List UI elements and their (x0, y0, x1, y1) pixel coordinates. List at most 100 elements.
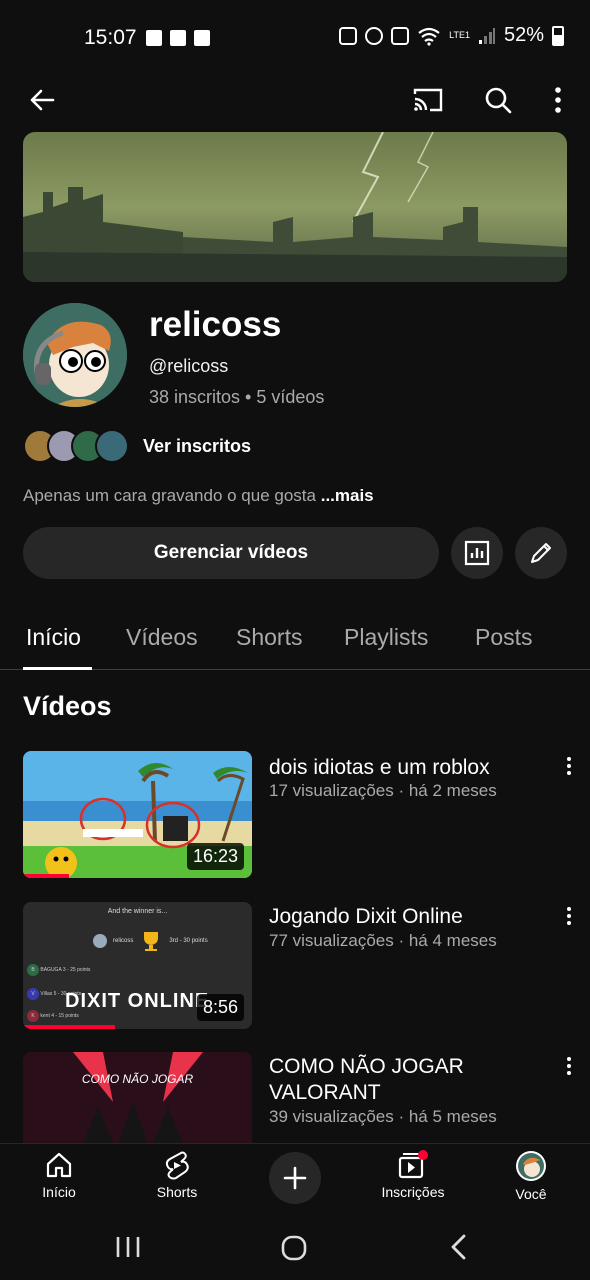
video-thumbnail[interactable]: And the winner is... relicoss 3rd - 30 p… (23, 902, 252, 1029)
row-points: 3 - 25 points (62, 967, 91, 973)
analytics-button[interactable] (451, 527, 503, 579)
channel-stats: 38 inscritos • 5 vídeos (149, 387, 325, 407)
home-system-button[interactable] (280, 1234, 308, 1267)
video-duration: 16:23 (186, 843, 244, 870)
active-tab-indicator (23, 667, 92, 670)
kebab-dot (567, 1071, 571, 1075)
cast-button[interactable] (408, 80, 448, 120)
search-button[interactable] (478, 80, 518, 120)
nav-label: Você (515, 1186, 547, 1202)
tab-shorts[interactable]: Shorts (236, 624, 302, 651)
subscriptions-icon (398, 1150, 428, 1179)
channel-banner (23, 132, 567, 282)
description-text: Apenas um cara gravando o que gosta (23, 486, 316, 505)
kebab-dot (567, 1057, 571, 1061)
kebab-dot (567, 914, 571, 918)
video-options-button[interactable] (560, 907, 578, 925)
gallery-icon (146, 30, 162, 46)
battery-percent: 52% (503, 24, 544, 46)
section-title: Vídeos (23, 691, 112, 721)
pencil-icon (531, 543, 551, 563)
watch-progress (23, 874, 69, 878)
network-label: LTE1 (449, 30, 470, 40)
lock-icon (339, 26, 358, 45)
trophy-icon (144, 932, 159, 951)
channel-avatar[interactable] (23, 303, 127, 407)
video-title[interactable]: dois idiotas e um roblox (269, 755, 544, 781)
signal-icon (478, 27, 495, 44)
video-options-button[interactable] (560, 1057, 578, 1075)
row-points: 4 - 15 points (51, 1013, 79, 1019)
nav-label: Inscrições (381, 1184, 445, 1200)
back-button[interactable] (22, 80, 62, 120)
view-subscribers-link[interactable]: Ver inscritos (143, 436, 251, 457)
avatar-image (23, 303, 127, 407)
more-vert-icon (555, 87, 561, 113)
search-icon (485, 87, 512, 114)
status-time: 15:07 (84, 26, 137, 49)
thumbnail-header: And the winner is... (107, 908, 168, 915)
nav-label: Início (42, 1184, 76, 1200)
channel-tabs: Início Vídeos Shorts Playlists Posts (0, 610, 590, 670)
nav-shorts[interactable]: Shorts (122, 1150, 232, 1200)
row-initial: V (27, 988, 39, 1000)
chevron-left-icon (451, 1234, 466, 1260)
banner-image (23, 132, 567, 282)
video-options-button[interactable] (560, 757, 578, 775)
kebab-dot (567, 907, 571, 911)
cast-icon (413, 88, 443, 112)
video-thumbnail[interactable]: COMO NÃO JOGAR (23, 1052, 252, 1143)
recent-apps-button[interactable] (114, 1235, 142, 1264)
system-back-button[interactable] (448, 1233, 470, 1266)
channel-description[interactable]: Apenas um cara gravando o que gosta ...m… (23, 486, 374, 506)
channel-handle: @relicoss (149, 356, 229, 376)
row-initial: K (27, 1010, 39, 1022)
video-title[interactable]: Jogando Dixit Online (269, 904, 544, 930)
analytics-icon (464, 540, 490, 566)
video-meta: 39 visualizações · há 5 meses (269, 1107, 497, 1126)
tab-inicio[interactable]: Início (26, 624, 81, 651)
video-title[interactable]: COMO NÃO JOGAR VALORANT (269, 1054, 544, 1106)
more-link[interactable]: ...mais (321, 486, 374, 505)
kebab-dot (567, 764, 571, 768)
thumbnail-caption: COMO NÃO JOGAR (81, 1072, 194, 1086)
video-thumbnail[interactable]: 16:23 (23, 751, 252, 878)
winner-points: 3rd - 30 points (169, 938, 208, 944)
kebab-dot (567, 1064, 571, 1068)
video-meta: 77 visualizações · há 4 meses (269, 931, 497, 950)
home-circle-icon (281, 1235, 307, 1261)
create-button[interactable] (269, 1152, 321, 1204)
manage-videos-button[interactable]: Gerenciar vídeos (23, 527, 439, 579)
nav-subscriptions[interactable]: Inscrições (358, 1150, 468, 1200)
alarm-icon (365, 26, 384, 45)
recent-apps-icon (116, 1237, 140, 1257)
tab-playlists[interactable]: Playlists (344, 624, 428, 651)
nav-label: Shorts (156, 1184, 198, 1200)
nav-home[interactable]: Início (4, 1150, 114, 1200)
more-options-button[interactable] (540, 80, 576, 120)
watch-progress (23, 1025, 115, 1029)
subscriber-avatar (95, 429, 129, 463)
video-meta: 17 visualizações · há 2 meses (269, 781, 497, 800)
tab-posts[interactable]: Posts (475, 624, 533, 651)
kebab-dot (567, 771, 571, 775)
status-right: LTE1 52% (339, 24, 564, 47)
subscribers-row[interactable]: Ver inscritos (23, 428, 251, 464)
row-name: Villas (40, 991, 53, 997)
system-navigation-bar (0, 1213, 590, 1280)
wifi-icon (418, 27, 440, 46)
edit-channel-button[interactable] (515, 527, 567, 579)
thumbnail-caption: DIXIT ONLINE (65, 990, 210, 1012)
avatar-icon (516, 1151, 546, 1181)
video-duration: 8:56 (196, 994, 244, 1021)
tab-videos[interactable]: Vídeos (126, 624, 198, 651)
mute-icon (391, 26, 410, 45)
channel-name: relicoss (149, 305, 282, 344)
winner-name: relicoss (113, 938, 134, 944)
row-name: BAGUGA (40, 967, 62, 973)
arrow-left-icon (30, 89, 55, 111)
kebab-dot (567, 921, 571, 925)
score-row: B BAGUGA 3 - 25 points (27, 964, 90, 976)
nav-you[interactable]: Você (476, 1150, 586, 1202)
row-initial: B (27, 964, 39, 976)
